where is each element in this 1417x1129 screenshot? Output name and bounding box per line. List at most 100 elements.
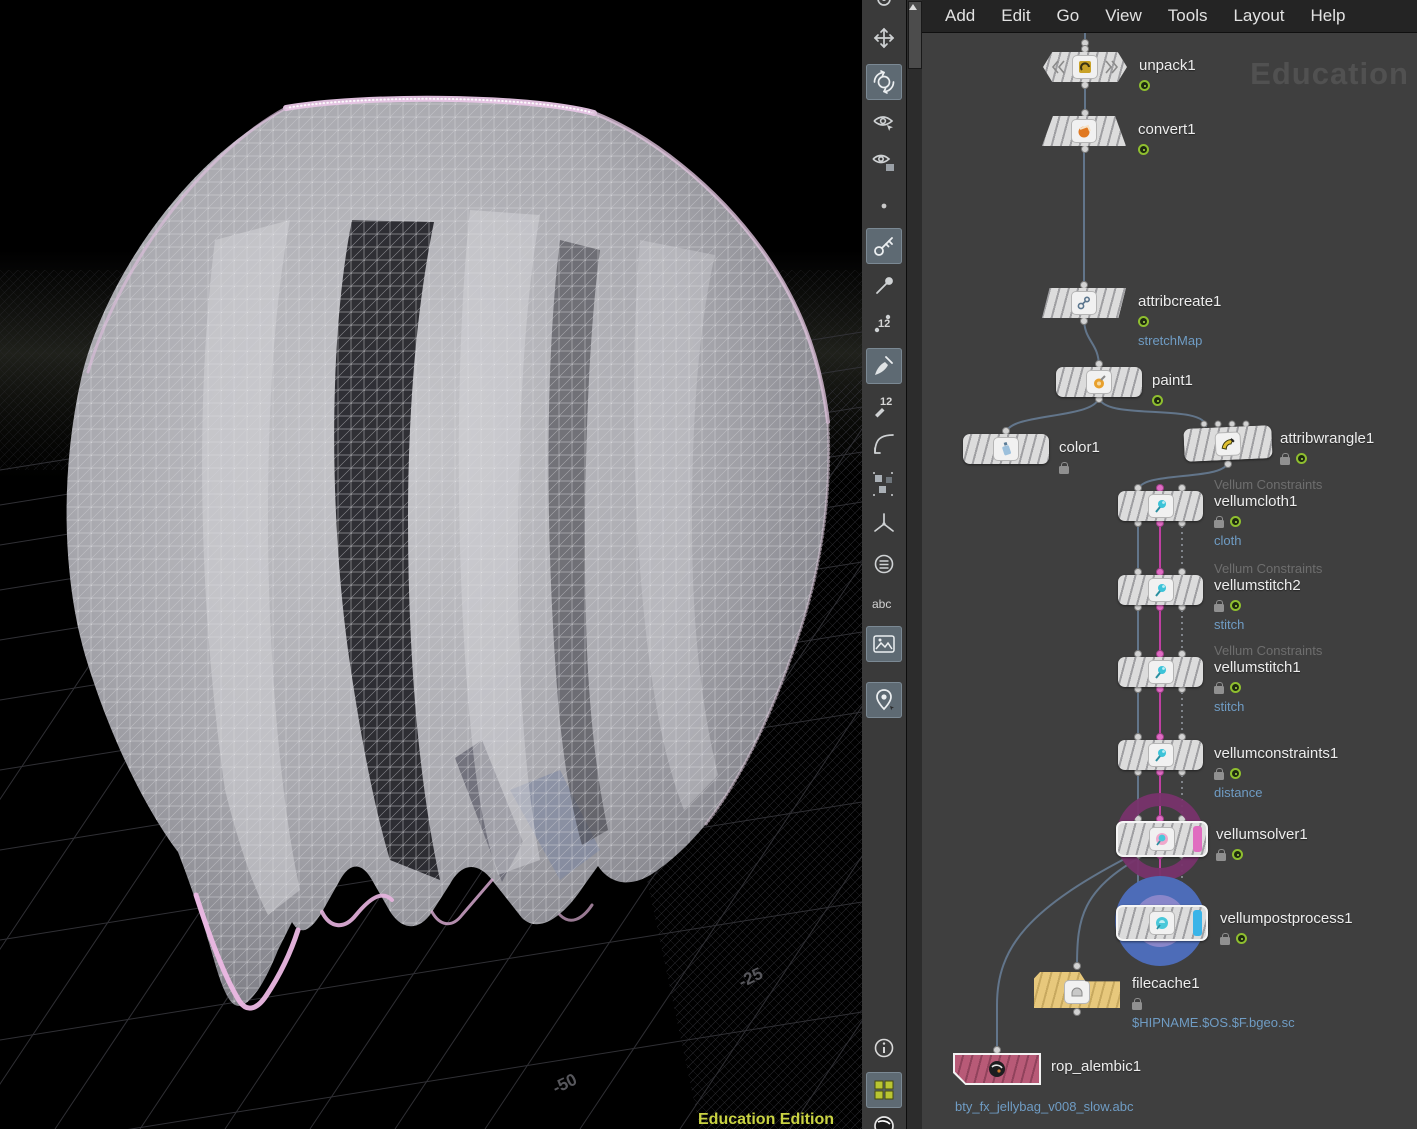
display-badge[interactable] (1230, 768, 1241, 779)
convert-icon (1072, 120, 1096, 142)
node-vellumsolver1[interactable]: vellumsolver1 (1116, 821, 1208, 857)
layout-grid-toggle[interactable] (866, 1072, 902, 1108)
curve-tool[interactable] (866, 426, 902, 462)
node-comment: stretchMap (1138, 333, 1221, 348)
menu-edit[interactable]: Edit (988, 2, 1043, 30)
node-label: vellumstitch2 (1214, 576, 1322, 595)
node-label: vellumconstraints1 (1214, 744, 1338, 763)
menu-layout[interactable]: Layout (1220, 2, 1297, 30)
node-label: paint1 (1152, 371, 1193, 390)
scrollbar-thumb[interactable] (908, 1, 922, 69)
node-comment: stitch (1214, 617, 1322, 632)
node-vellumstitch1[interactable]: Vellum Constraints vellumstitch1 stitch (1118, 657, 1203, 687)
node-type-header: Vellum Constraints (1214, 561, 1322, 576)
node-label: attribwrangle1 (1280, 429, 1374, 448)
node-comment: distance (1214, 785, 1338, 800)
attribwrangle-icon (1216, 432, 1241, 455)
view-pan-tool[interactable] (866, 20, 902, 56)
image-plane-tool[interactable] (866, 626, 902, 662)
display-badge[interactable] (1236, 933, 1247, 944)
network-menu-bar: Add Edit Go View Tools Layout Help (922, 0, 1417, 33)
unpack-icon (1073, 56, 1097, 78)
svg-text:12: 12 (880, 396, 892, 408)
color-icon (994, 438, 1018, 460)
edition-watermark-text: Education Edition (698, 1111, 834, 1128)
dot-indicator (866, 188, 902, 224)
node-attribcreate1[interactable]: attribcreate1 stretchMap (1042, 288, 1126, 318)
display-badge[interactable] (1296, 453, 1307, 464)
select-visible-tool[interactable] (866, 104, 902, 140)
display-badge[interactable] (1230, 516, 1241, 527)
node-paint1[interactable]: paint1 (1056, 367, 1142, 397)
node-label: attribcreate1 (1138, 292, 1221, 311)
node-rop-alembic1[interactable]: rop_alembic1 bty_fx_jellybag_v008_slow.a… (953, 1053, 1041, 1085)
lock-badge (1280, 457, 1290, 465)
handles-tool[interactable] (866, 228, 902, 264)
node-convert1[interactable]: convert1 (1042, 116, 1126, 146)
points-count-toggle[interactable]: 12 (866, 306, 902, 342)
brush-tool[interactable] (866, 348, 902, 384)
menu-add[interactable]: Add (932, 2, 988, 30)
vellum-pin-icon (1149, 579, 1173, 601)
node-vellumcloth1[interactable]: Vellum Constraints vellumcloth1 cloth (1118, 491, 1203, 521)
vellum-solver-icon (1150, 828, 1174, 850)
solver-flag[interactable] (1193, 826, 1202, 852)
display-badge[interactable] (1138, 316, 1149, 327)
divide-count-toggle[interactable]: 12 (866, 388, 902, 424)
paint-icon (1087, 371, 1111, 393)
vellum-pin-icon (1149, 495, 1173, 517)
node-vellumconstraints1[interactable]: vellumconstraints1 distance (1118, 740, 1203, 770)
node-label: color1 (1059, 438, 1100, 457)
node-label: vellumpostprocess1 (1220, 909, 1353, 928)
display-badge[interactable] (1232, 849, 1243, 860)
node-comment: bty_fx_jellybag_v008_slow.abc (955, 1099, 1134, 1114)
menu-tools[interactable]: Tools (1155, 2, 1221, 30)
scene-viewport[interactable]: -25 -50 (0, 0, 862, 1129)
node-comment: stitch (1214, 699, 1322, 714)
display-badge[interactable] (1138, 144, 1149, 155)
network-editor[interactable]: Education (922, 0, 1417, 1129)
menu-view[interactable]: View (1092, 2, 1155, 30)
lock-badge (1220, 937, 1230, 945)
node-label: vellumcloth1 (1214, 492, 1322, 511)
display-badge[interactable] (1230, 682, 1241, 693)
node-comment: $HIPNAME.$OS.$F.bgeo.sc (1132, 1015, 1295, 1030)
info-help[interactable] (866, 1030, 902, 1066)
node-color1[interactable]: color1 (963, 434, 1049, 464)
svg-text:abc: abc (872, 597, 891, 611)
menu-help[interactable]: Help (1298, 2, 1359, 30)
lock-badge (1132, 1002, 1142, 1010)
scrollbar-up-arrow[interactable] (909, 4, 917, 10)
axis-tool[interactable] (866, 506, 902, 542)
houdini-window: -25 -50 (0, 0, 1417, 1129)
node-label: unpack1 (1139, 56, 1196, 75)
filecache-icon (1065, 981, 1089, 1003)
lock-badge (1216, 853, 1226, 861)
attribcreate-icon (1072, 292, 1096, 314)
menu-go[interactable]: Go (1044, 2, 1093, 30)
display-flag[interactable] (1193, 910, 1202, 936)
display-badge[interactable] (1139, 80, 1150, 91)
display-badge[interactable] (1230, 600, 1241, 611)
alembic-icon (985, 1058, 1009, 1080)
vellum-pin-icon (1149, 661, 1173, 683)
node-label: convert1 (1138, 120, 1196, 139)
pin-tool[interactable] (866, 268, 902, 304)
snap-options[interactable] (866, 546, 902, 582)
node-vellumpostprocess1[interactable]: vellumpostprocess1 (1116, 905, 1208, 941)
chevron-left-icon (1051, 52, 1067, 82)
select-geometry-tool[interactable] (866, 144, 902, 180)
text-labels-toggle[interactable]: abc (866, 586, 902, 622)
tumble-view-tool[interactable] (866, 64, 902, 100)
geo-location-tool[interactable] (866, 682, 902, 718)
node-filecache1[interactable]: filecache1 $HIPNAME.$OS.$F.bgeo.sc (1034, 972, 1120, 1008)
display-badge[interactable] (1152, 395, 1163, 406)
group-select-tool[interactable] (866, 466, 902, 502)
bottom-partial-icon[interactable] (866, 1108, 902, 1129)
lock-badge (1214, 520, 1224, 528)
node-label: filecache1 (1132, 974, 1295, 993)
viewport-toolbar: 12 12 (862, 0, 908, 1129)
node-attribwrangle1[interactable]: attribwrangle1 (1184, 427, 1272, 460)
node-unpack1[interactable]: unpack1 (1043, 52, 1127, 82)
node-vellumstitch2[interactable]: Vellum Constraints vellumstitch2 stitch (1118, 575, 1203, 605)
